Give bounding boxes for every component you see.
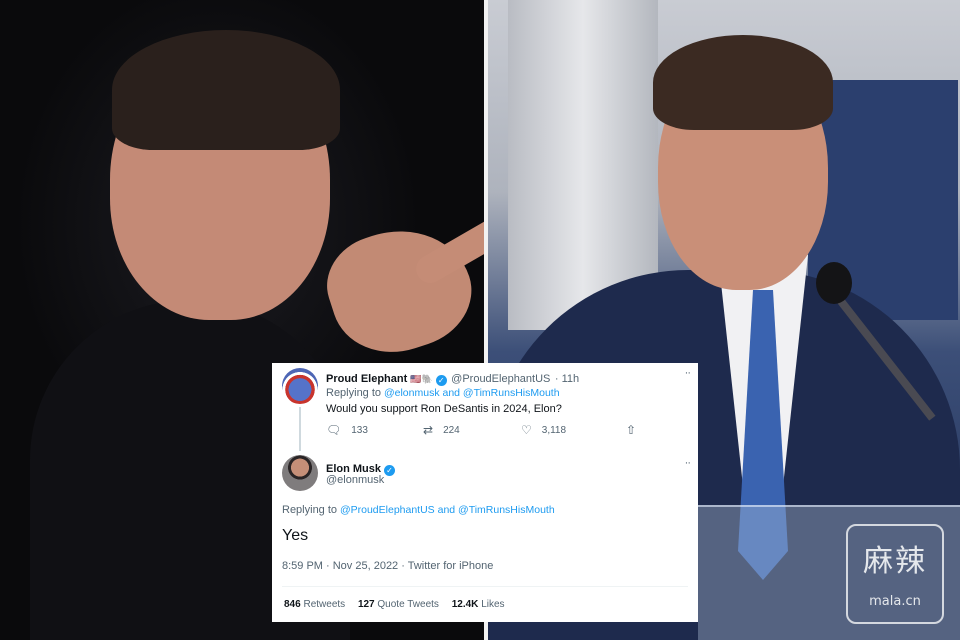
reply-author-name[interactable]: Proud Elephant bbox=[326, 373, 407, 385]
reply-icon: 🗨 bbox=[326, 423, 342, 437]
microphone bbox=[816, 262, 852, 304]
reply-time[interactable]: · 11h bbox=[555, 373, 579, 385]
main-tweet-timestamp[interactable]: 8:59 PM · Nov 25, 2022 · Twitter for iPh… bbox=[282, 560, 493, 572]
quote-tweets-count[interactable]: 127 bbox=[358, 599, 375, 610]
replying-to-mentions[interactable]: @elonmusk and @TimRunsHisMouth bbox=[384, 387, 560, 399]
reply-action[interactable]: 🗨 133 bbox=[326, 423, 368, 437]
main-author-handle[interactable]: @elonmusk bbox=[326, 474, 384, 486]
proud-elephant-avatar[interactable] bbox=[282, 368, 318, 404]
watermark-site: mala.cn bbox=[869, 594, 921, 609]
replying-to-mentions[interactable]: @ProudElephantUS and @TimRunsHisMouth bbox=[340, 504, 555, 516]
reply-author-handle[interactable]: @ProudElephantUS bbox=[451, 373, 550, 385]
main-tweet-text: Yes bbox=[282, 527, 309, 544]
retweet-action[interactable]: ⇄ 224 bbox=[423, 423, 460, 437]
site-watermark-logo: 麻辣 mala.cn bbox=[846, 524, 944, 624]
retweet-count: 224 bbox=[443, 424, 460, 436]
like-count: 3,118 bbox=[541, 424, 567, 436]
main-replying-to: Replying to @ProudElephantUS and @TimRun… bbox=[282, 504, 555, 516]
tweet-thread-card: Proud Elephant 🇺🇸🐘 ✓ @ProudElephantUS · 11… bbox=[272, 363, 698, 622]
main-more-options-icon[interactable]: ·· bbox=[685, 457, 691, 469]
reply-tweet-header: Proud Elephant 🇺🇸🐘 ✓ @ProudElephantUS · 11… bbox=[326, 369, 579, 387]
share-action[interactable]: ⇧ bbox=[626, 423, 636, 437]
elon-musk-avatar[interactable] bbox=[282, 455, 318, 491]
verified-badge-icon: ✓ bbox=[435, 375, 447, 386]
share-icon: ⇧ bbox=[626, 423, 637, 437]
verified-badge-icon: ✓ bbox=[384, 465, 396, 476]
flag-elephant-emoji: 🇺🇸🐘 bbox=[410, 374, 433, 384]
reply-replying-to: Replying to @elonmusk and @TimRunsHisMou… bbox=[326, 387, 560, 399]
reply-count: 133 bbox=[351, 424, 368, 436]
like-action[interactable]: ♡ 3,118 bbox=[521, 423, 566, 437]
replying-to-prefix: Replying to bbox=[326, 387, 382, 399]
quote-tweets-label[interactable]: Quote Tweets bbox=[377, 599, 439, 610]
retweets-count[interactable]: 846 bbox=[284, 599, 301, 610]
reply-tweet-text: Would you support Ron DeSantis in 2024, … bbox=[326, 403, 562, 415]
reply-more-options-icon[interactable]: ·· bbox=[685, 367, 691, 379]
figure-hair bbox=[112, 30, 340, 150]
figure-hair bbox=[653, 35, 833, 130]
heart-icon: ♡ bbox=[521, 423, 532, 437]
retweets-label[interactable]: Retweets bbox=[303, 599, 345, 610]
watermark-characters: 麻辣 bbox=[863, 544, 927, 579]
likes-count[interactable]: 12.4K bbox=[452, 599, 479, 610]
replying-to-prefix: Replying to bbox=[282, 504, 338, 516]
likes-label[interactable]: Likes bbox=[481, 599, 504, 610]
retweet-icon: ⇄ bbox=[423, 423, 434, 437]
stats-separator bbox=[282, 586, 688, 587]
thread-connector-line bbox=[299, 407, 301, 451]
main-tweet-stats: 846 Retweets 127 Quote Tweets 12.4K Like… bbox=[284, 599, 505, 610]
